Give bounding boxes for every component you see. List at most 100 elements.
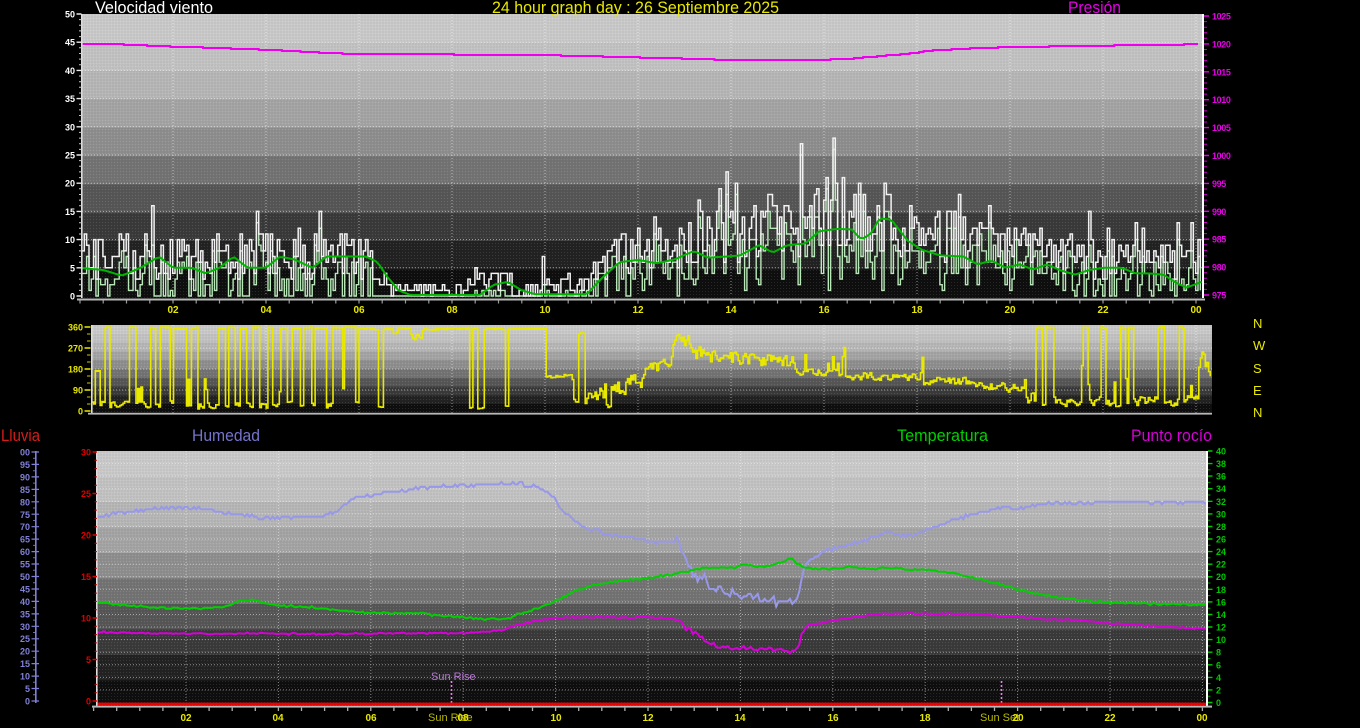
svg-text:04: 04 [260,305,272,316]
svg-text:35: 35 [20,609,30,619]
svg-text:5: 5 [86,655,91,665]
svg-text:02: 02 [180,713,192,724]
svg-text:80: 80 [20,497,30,507]
svg-text:10: 10 [550,713,562,724]
svg-text:90: 90 [73,386,83,396]
svg-text:5: 5 [70,263,75,273]
svg-text:Presión: Presión [1068,0,1121,17]
svg-text:14: 14 [1216,610,1226,620]
svg-text:25: 25 [65,151,75,161]
svg-text:N: N [1253,316,1262,331]
svg-text:38: 38 [1216,459,1226,469]
svg-text:22: 22 [1216,560,1226,570]
svg-text:40: 40 [20,597,30,607]
svg-text:15: 15 [65,207,75,217]
svg-text:30: 30 [65,122,75,132]
svg-text:02: 02 [167,305,179,316]
svg-text:360: 360 [68,323,83,333]
svg-text:25: 25 [81,489,91,499]
svg-text:18: 18 [1216,585,1226,595]
svg-text:40: 40 [1216,447,1226,457]
svg-text:45: 45 [65,38,75,48]
svg-text:1010: 1010 [1212,95,1231,105]
svg-text:55: 55 [20,560,30,570]
svg-text:975: 975 [1212,291,1226,301]
svg-text:08: 08 [457,713,469,724]
svg-text:14: 14 [734,713,746,724]
svg-text:26: 26 [1216,535,1226,545]
svg-text:85: 85 [20,485,30,495]
svg-text:12: 12 [642,713,654,724]
svg-text:36: 36 [1216,472,1226,482]
svg-text:270: 270 [68,344,83,354]
svg-text:06: 06 [353,305,365,316]
svg-text:5: 5 [25,684,30,694]
svg-text:N: N [1253,405,1262,420]
svg-text:45: 45 [20,585,30,595]
svg-text:0: 0 [86,697,91,707]
svg-text:35: 35 [65,94,75,104]
svg-text:12: 12 [1216,623,1226,633]
svg-text:Lluvia: Lluvia [1,426,40,445]
svg-text:18: 18 [919,713,931,724]
svg-text:22: 22 [1097,305,1109,316]
svg-text:06: 06 [365,713,377,724]
svg-text:30: 30 [1216,509,1226,519]
svg-text:70: 70 [20,522,30,532]
svg-text:00: 00 [1196,713,1208,724]
svg-text:24 hour graph day : 26 Septiem: 24 hour graph day : 26 Septiembre 2025 [492,0,779,17]
svg-text:990: 990 [1212,207,1226,217]
svg-text:22: 22 [1104,713,1116,724]
svg-text:Punto rocío: Punto rocío [1131,426,1212,445]
svg-text:Sun Rise: Sun Rise [431,671,476,683]
svg-text:1000: 1000 [1212,151,1231,161]
svg-text:18: 18 [911,305,923,316]
svg-text:50: 50 [65,10,75,20]
svg-text:0: 0 [70,292,75,302]
svg-text:1025: 1025 [1212,12,1231,22]
svg-text:15: 15 [81,572,91,582]
svg-text:60: 60 [20,547,30,557]
svg-text:30: 30 [20,622,30,632]
svg-text:S: S [1253,361,1262,376]
svg-text:8: 8 [1216,648,1221,658]
svg-text:10: 10 [539,305,551,316]
svg-text:08: 08 [446,305,458,316]
svg-text:E: E [1253,383,1262,398]
svg-text:10: 10 [65,235,75,245]
svg-text:25: 25 [20,634,30,644]
svg-text:24: 24 [1216,547,1226,557]
svg-text:W: W [1253,338,1266,353]
svg-text:00: 00 [20,448,30,458]
svg-text:0: 0 [25,697,30,707]
svg-text:20: 20 [65,179,75,189]
svg-text:28: 28 [1216,522,1226,532]
svg-text:16: 16 [1216,597,1226,607]
svg-text:32: 32 [1216,497,1226,507]
svg-text:0: 0 [78,407,83,417]
svg-text:10: 10 [1216,635,1226,645]
svg-text:40: 40 [65,66,75,76]
svg-text:Temperatura: Temperatura [897,426,989,445]
svg-text:Velocidad viento: Velocidad viento [95,0,213,17]
svg-text:00: 00 [1190,305,1202,316]
svg-text:980: 980 [1212,263,1226,273]
svg-text:6: 6 [1216,660,1221,670]
svg-text:10: 10 [81,614,91,624]
svg-text:20: 20 [1216,572,1226,582]
svg-text:50: 50 [20,572,30,582]
svg-text:16: 16 [818,305,830,316]
svg-text:14: 14 [725,305,737,316]
svg-text:15: 15 [20,659,30,669]
svg-text:20: 20 [20,647,30,657]
svg-text:12: 12 [632,305,644,316]
svg-text:34: 34 [1216,484,1226,494]
svg-text:10: 10 [20,672,30,682]
svg-text:1005: 1005 [1212,123,1231,133]
svg-text:180: 180 [68,365,83,375]
svg-text:995: 995 [1212,179,1226,189]
svg-text:2: 2 [1216,685,1221,695]
svg-text:95: 95 [20,460,30,470]
svg-text:0: 0 [1216,698,1221,708]
svg-text:30: 30 [81,448,91,458]
